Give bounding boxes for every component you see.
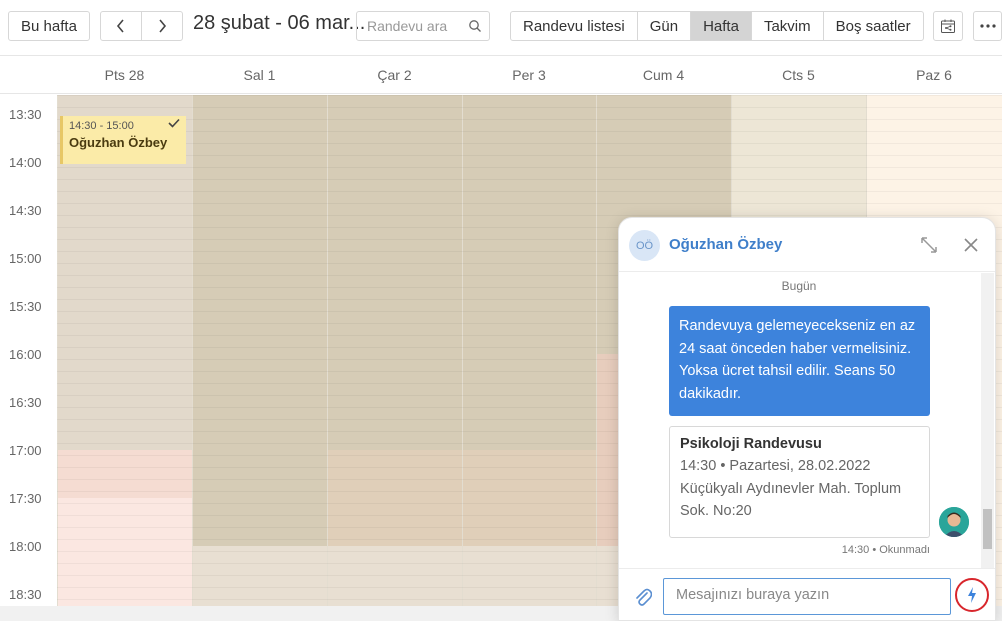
card-address: Küçükyalı Aydınevler Mah. Toplum Sok. No… bbox=[680, 480, 902, 520]
chat-header: OÖ Oğuzhan Özbey bbox=[619, 218, 995, 272]
chevron-left-icon bbox=[116, 19, 124, 33]
expand-chat-button[interactable] bbox=[917, 233, 941, 257]
day-column[interactable] bbox=[57, 95, 192, 606]
time-slot-block bbox=[463, 95, 596, 450]
time-slot-block bbox=[328, 546, 462, 606]
time-slot-block bbox=[463, 546, 596, 606]
time-label: 18:30 bbox=[9, 587, 42, 602]
outgoing-message: Randevuya gelemeyecekseniz en az 24 saat… bbox=[669, 306, 930, 416]
time-column: 13:30 14:00 14:30 15:00 15:30 16:00 16:30 17:00… bbox=[0, 95, 57, 606]
view-tab-4[interactable]: Boş saatler bbox=[824, 12, 923, 40]
day-header[interactable]: Sal 1 bbox=[192, 67, 327, 83]
day-column[interactable] bbox=[462, 95, 596, 606]
chat-panel: OÖ Oğuzhan Özbey Bugün Randevuya gelemey… bbox=[618, 217, 996, 621]
search-placeholder: Randevu ara bbox=[367, 18, 448, 34]
lightning-icon bbox=[968, 587, 976, 603]
search-icon bbox=[469, 20, 481, 32]
close-chat-button[interactable] bbox=[959, 233, 983, 257]
day-header[interactable]: Çar 2 bbox=[327, 67, 462, 83]
grid-line bbox=[57, 203, 1002, 204]
sender-avatar bbox=[939, 507, 969, 537]
date-range-title: 28 şubat - 06 mar... bbox=[193, 12, 366, 34]
more-dots-icon bbox=[979, 24, 996, 28]
grid-line bbox=[57, 191, 1002, 192]
chat-scrollbar-thumb[interactable] bbox=[983, 509, 992, 549]
chat-messages: Bugün Randevuya gelemeyecekseniz en az 2… bbox=[619, 273, 995, 568]
time-label: 18:00 bbox=[9, 539, 42, 554]
time-label: 17:00 bbox=[9, 443, 42, 458]
time-label: 15:00 bbox=[9, 251, 42, 266]
appointment-search-input[interactable]: Randevu ara bbox=[356, 11, 490, 41]
view-tab-1[interactable]: Gün bbox=[638, 12, 692, 40]
chat-scrollbar[interactable] bbox=[981, 273, 994, 568]
expand-icon bbox=[921, 237, 937, 253]
day-column[interactable] bbox=[327, 95, 462, 606]
time-label: 17:30 bbox=[9, 491, 42, 506]
view-tab-0[interactable]: Randevu listesi bbox=[511, 12, 638, 40]
day-header[interactable]: Per 3 bbox=[462, 67, 596, 83]
chevron-right-icon bbox=[159, 19, 166, 33]
time-label: 15:30 bbox=[9, 299, 42, 314]
view-switcher: Randevu listesi Gün Hafta Takvim Boş saatler bbox=[510, 11, 924, 41]
prev-week-button[interactable] bbox=[101, 12, 142, 40]
day-header[interactable]: Cts 5 bbox=[731, 67, 866, 83]
share-calendar-button[interactable] bbox=[933, 11, 963, 41]
time-label: 13:30 bbox=[9, 107, 42, 122]
paperclip-icon bbox=[636, 588, 652, 606]
grid-line bbox=[57, 131, 1002, 132]
day-header[interactable]: Pts 28 bbox=[57, 67, 192, 83]
day-column[interactable] bbox=[192, 95, 327, 606]
contact-avatar: OÖ bbox=[629, 230, 660, 261]
view-tab-3[interactable]: Takvim bbox=[752, 12, 824, 40]
grid-line bbox=[57, 215, 1002, 216]
next-week-button[interactable] bbox=[142, 12, 183, 40]
grid-line bbox=[57, 155, 1002, 156]
event-time: 14:30 - 15:00 bbox=[69, 120, 134, 132]
grid-line bbox=[57, 95, 1002, 96]
time-label: 16:30 bbox=[9, 395, 42, 410]
grid-line bbox=[57, 107, 1002, 108]
time-slot-block bbox=[193, 546, 327, 606]
grid-line bbox=[57, 179, 1002, 180]
this-week-button[interactable]: Bu hafta bbox=[8, 11, 90, 41]
appointment-card: Psikoloji Randevusu 14:30 • Pazartesi, 2… bbox=[669, 426, 930, 538]
grid-line bbox=[57, 167, 1002, 168]
day-header-row: Pts 28 Sal 1 Çar 2 Per 3 Cum 4 Cts 5 Paz 6 bbox=[0, 57, 1002, 94]
time-slot-block bbox=[463, 450, 596, 546]
week-nav bbox=[100, 11, 183, 41]
time-label: 16:00 bbox=[9, 347, 42, 362]
day-header[interactable]: Paz 6 bbox=[866, 67, 1002, 83]
chat-composer: Mesajınızı buraya yazın bbox=[619, 568, 995, 620]
event-client-name: Oğuzhan Özbey bbox=[69, 135, 168, 150]
quick-reply-button[interactable] bbox=[955, 578, 989, 612]
calendar-toolbar: Bu hafta 28 şubat - 06 mar... Randevu ar… bbox=[0, 0, 1002, 56]
user-photo-icon bbox=[939, 507, 969, 537]
time-slot-block bbox=[328, 450, 462, 546]
more-options-button[interactable] bbox=[973, 11, 1002, 41]
calendar-share-icon bbox=[941, 19, 955, 33]
close-icon bbox=[964, 238, 978, 252]
day-header[interactable]: Cum 4 bbox=[596, 67, 731, 83]
card-title: Psikoloji Randevusu bbox=[680, 436, 822, 452]
date-divider: Bugün bbox=[781, 279, 817, 293]
grid-line bbox=[57, 119, 1002, 120]
card-datetime: 14:30 • Pazartesi, 28.02.2022 bbox=[680, 458, 871, 474]
grid-line bbox=[57, 143, 1002, 144]
contact-name[interactable]: Oğuzhan Özbey bbox=[669, 236, 782, 253]
attach-button[interactable] bbox=[631, 585, 655, 609]
appointment-event[interactable]: 14:30 - 15:00 Oğuzhan Özbey bbox=[60, 116, 186, 164]
time-slot-block bbox=[328, 95, 462, 450]
time-label: 14:30 bbox=[9, 203, 42, 218]
checkmark-icon bbox=[168, 118, 180, 128]
view-tab-2[interactable]: Hafta bbox=[691, 12, 752, 40]
message-status: 14:30 • Okunmadı bbox=[841, 544, 930, 556]
time-label: 14:00 bbox=[9, 155, 42, 170]
message-input[interactable]: Mesajınızı buraya yazın bbox=[663, 578, 951, 615]
